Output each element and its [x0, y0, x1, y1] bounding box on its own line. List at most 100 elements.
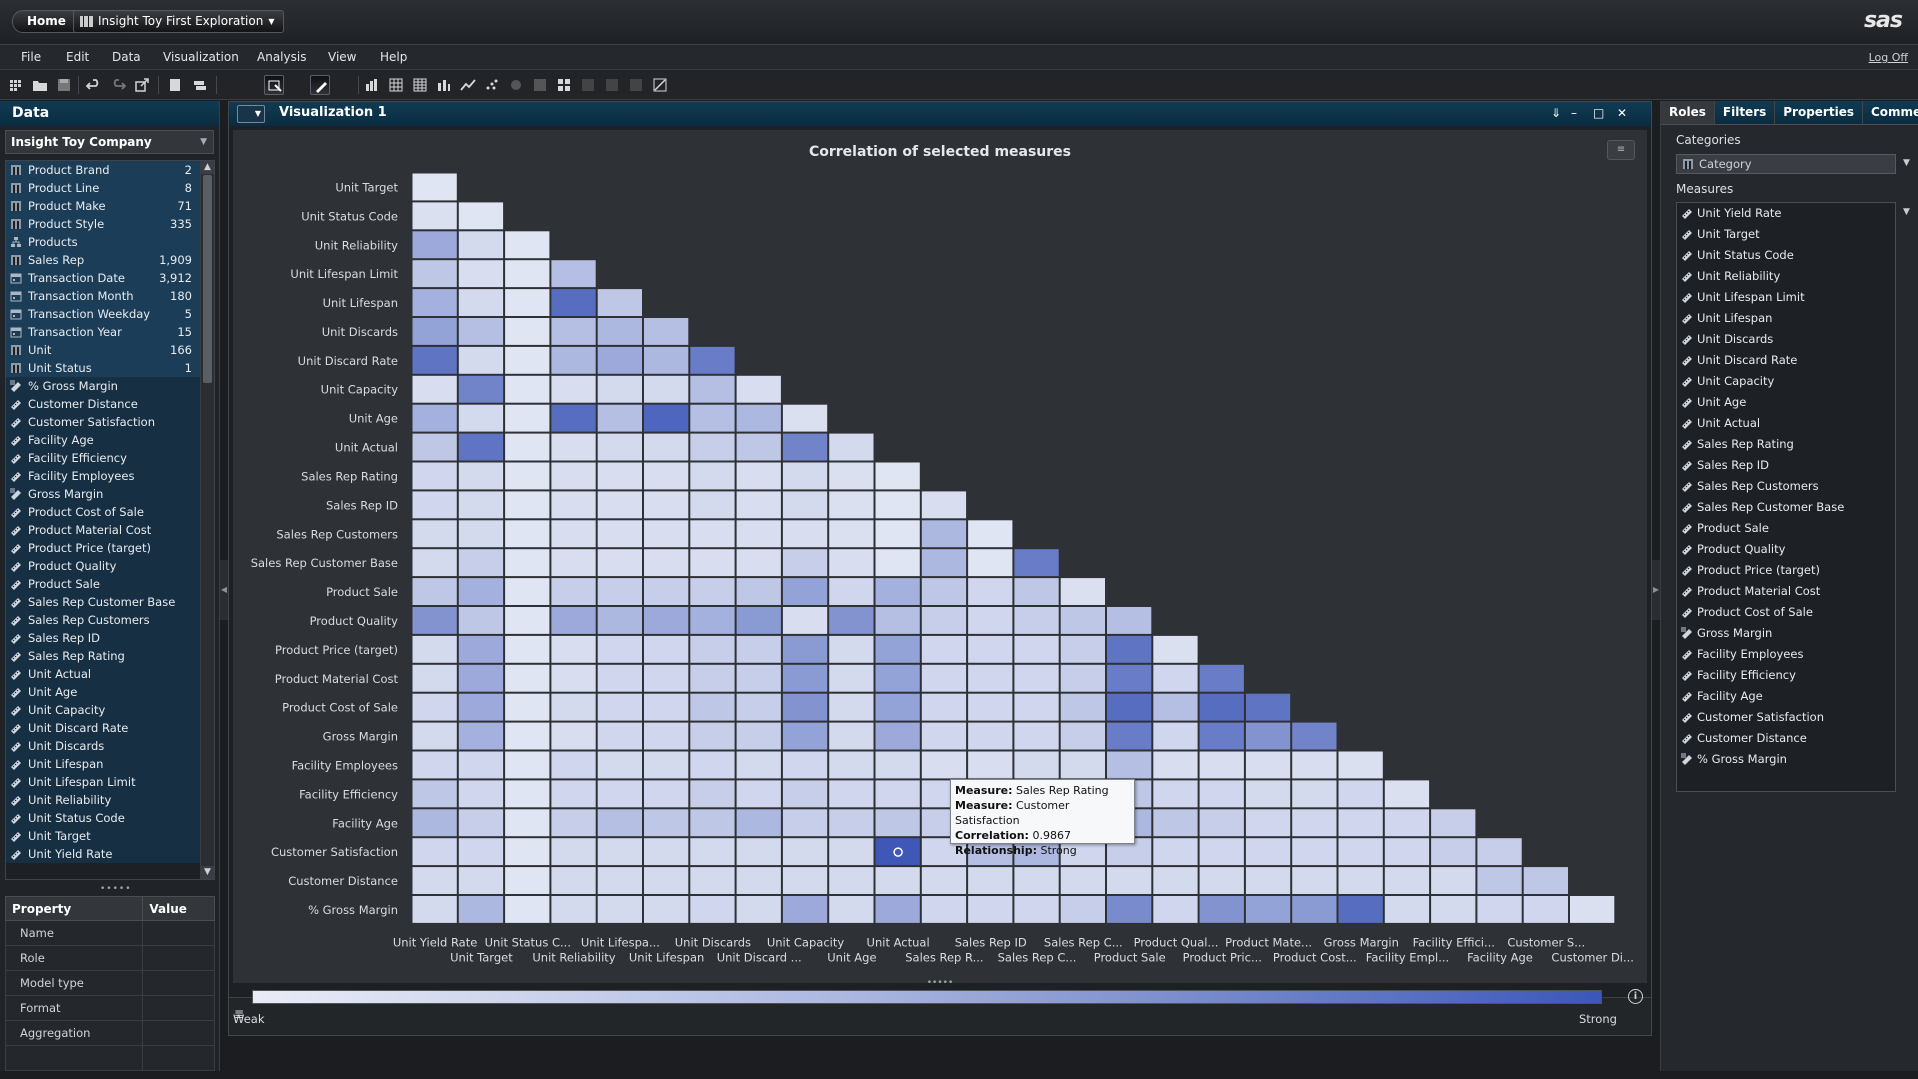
menu-file[interactable]: File [21, 50, 41, 64]
data-item[interactable]: Customer Satisfaction [6, 413, 214, 431]
role-measure-item[interactable]: Unit Status Code [1677, 245, 1895, 266]
role-measure-item[interactable]: Unit Age [1677, 392, 1895, 413]
menu-view[interactable]: View [328, 50, 356, 64]
data-item[interactable]: Transaction Date 3,912 [6, 269, 214, 287]
chevron-down-icon[interactable]: ▼ [1903, 158, 1910, 168]
role-measure-item[interactable]: Sales Rep ID [1677, 455, 1895, 476]
role-measure-item[interactable]: Facility Age [1677, 686, 1895, 707]
page-icon[interactable] [165, 75, 185, 95]
data-item[interactable]: Customer Distance [6, 395, 214, 413]
property-value[interactable] [142, 995, 215, 1021]
data-item[interactable]: Sales Rep Rating [6, 647, 214, 665]
scroll-up-icon[interactable]: ▲ [201, 161, 214, 174]
role-measure-item[interactable]: Facility Efficiency [1677, 665, 1895, 686]
data-item[interactable]: Unit Age [6, 683, 214, 701]
data-item[interactable]: % Gross Margin [6, 377, 214, 395]
role-measure-item[interactable]: Sales Rep Rating [1677, 434, 1895, 455]
scrollbar-thumb[interactable] [203, 175, 212, 383]
bar-chart-icon[interactable] [434, 75, 454, 95]
histogram-icon[interactable] [578, 75, 598, 95]
chevron-down-icon[interactable]: ▼ [1903, 207, 1910, 217]
data-item[interactable]: Product Cost of Sale [6, 503, 214, 521]
redo-icon[interactable] [108, 75, 128, 95]
collapse-right-pane-handle[interactable]: ▶ [1652, 560, 1660, 620]
property-value[interactable] [142, 970, 215, 996]
menu-visualization[interactable]: Visualization [163, 50, 239, 64]
minimize-icon[interactable]: – [1571, 106, 1577, 120]
data-item[interactable]: Gross Margin [6, 485, 214, 503]
heat-map-icon[interactable] [626, 75, 646, 95]
pin-icon[interactable]: ⇓ [1551, 106, 1561, 120]
role-measure-item[interactable]: Product Cost of Sale [1677, 602, 1895, 623]
data-item[interactable]: Unit Target [6, 827, 214, 845]
role-measure-item[interactable]: % Gross Margin [1677, 749, 1895, 770]
data-item[interactable]: Unit Actual [6, 665, 214, 683]
property-value[interactable] [142, 945, 215, 971]
save-icon[interactable] [54, 75, 74, 95]
brush-icon[interactable] [310, 75, 330, 95]
data-item[interactable]: Sales Rep 1,909 [6, 251, 214, 269]
measures-role-list[interactable]: Unit Yield Rate Unit Target Unit Status Co… [1676, 202, 1896, 792]
role-measure-item[interactable]: Unit Target [1677, 224, 1895, 245]
log-off-link[interactable]: Log Off [1869, 51, 1908, 64]
menu-help[interactable]: Help [380, 50, 407, 64]
report-tab[interactable]: Insight Toy First Exploration ▼ [73, 10, 284, 33]
scatter-icon[interactable] [482, 75, 502, 95]
role-measure-item[interactable]: Product Sale [1677, 518, 1895, 539]
new-icon[interactable] [6, 75, 26, 95]
data-item[interactable]: Product Material Cost [6, 521, 214, 539]
collapse-left-pane-handle[interactable]: ◀ [220, 560, 228, 620]
data-item[interactable]: Products [6, 233, 214, 251]
treemap-icon[interactable] [530, 75, 550, 95]
role-measure-item[interactable]: Unit Reliability [1677, 266, 1895, 287]
role-measure-item[interactable]: Sales Rep Customers [1677, 476, 1895, 497]
undo-icon[interactable] [84, 75, 104, 95]
table-icon[interactable] [386, 75, 406, 95]
data-item[interactable]: Product Make 71 [6, 197, 214, 215]
geo-map-icon[interactable] [650, 75, 670, 95]
close-icon[interactable]: ✕ [1617, 106, 1627, 120]
data-item[interactable]: Transaction Month 180 [6, 287, 214, 305]
data-item[interactable]: Unit Reliability [6, 791, 214, 809]
tab-filters[interactable]: Filters [1714, 101, 1776, 124]
role-measure-item[interactable]: Unit Discard Rate [1677, 350, 1895, 371]
bubble-icon[interactable] [506, 75, 526, 95]
data-item[interactable]: Product Price (target) [6, 539, 214, 557]
tab-comments[interactable]: Comments [1862, 101, 1918, 124]
data-item[interactable]: Unit Discards [6, 737, 214, 755]
select-mode-icon[interactable] [264, 75, 284, 95]
data-item[interactable]: Product Line 8 [6, 179, 214, 197]
data-item[interactable]: Facility Age [6, 431, 214, 449]
data-source-selector[interactable]: Insight Toy Company ▼ [5, 130, 214, 154]
visualization-menu-icon[interactable]: ▼ [237, 105, 265, 123]
data-item[interactable]: Product Brand 2 [6, 161, 214, 179]
data-item[interactable]: Unit Yield Rate [6, 845, 214, 863]
data-item[interactable]: Facility Efficiency [6, 449, 214, 467]
info-icon[interactable]: i [1628, 989, 1643, 1004]
role-measure-item[interactable]: Unit Actual [1677, 413, 1895, 434]
correlation-matrix-icon[interactable] [554, 75, 574, 95]
scrollbar[interactable]: ▲ ▼ [200, 161, 214, 879]
splitter-grip[interactable]: ••••• [100, 884, 132, 894]
home-button[interactable]: Home [12, 10, 81, 33]
tab-properties[interactable]: Properties [1775, 101, 1863, 124]
data-item[interactable]: Unit Status Code [6, 809, 214, 827]
crosstab-icon[interactable] [410, 75, 430, 95]
data-item[interactable]: Facility Employees [6, 467, 214, 485]
data-item[interactable]: Sales Rep Customer Base [6, 593, 214, 611]
chart-options-icon[interactable]: ≡ [1607, 140, 1635, 160]
data-item[interactable]: Product Style 335 [6, 215, 214, 233]
maximize-icon[interactable]: □ [1593, 106, 1604, 120]
category-role-field[interactable]: Category [1676, 154, 1896, 174]
data-item[interactable]: Unit Lifespan [6, 755, 214, 773]
data-item[interactable]: Sales Rep Customers [6, 611, 214, 629]
data-item[interactable]: Transaction Weekday 5 [6, 305, 214, 323]
data-item[interactable]: Unit 166 [6, 341, 214, 359]
menu-analysis[interactable]: Analysis [257, 50, 306, 64]
menu-edit[interactable]: Edit [66, 50, 89, 64]
export-icon[interactable] [132, 75, 152, 95]
role-measure-item[interactable]: Sales Rep Customer Base [1677, 497, 1895, 518]
data-item[interactable]: Product Quality [6, 557, 214, 575]
layers-icon[interactable] [190, 75, 210, 95]
auto-chart-icon[interactable] [362, 75, 382, 95]
